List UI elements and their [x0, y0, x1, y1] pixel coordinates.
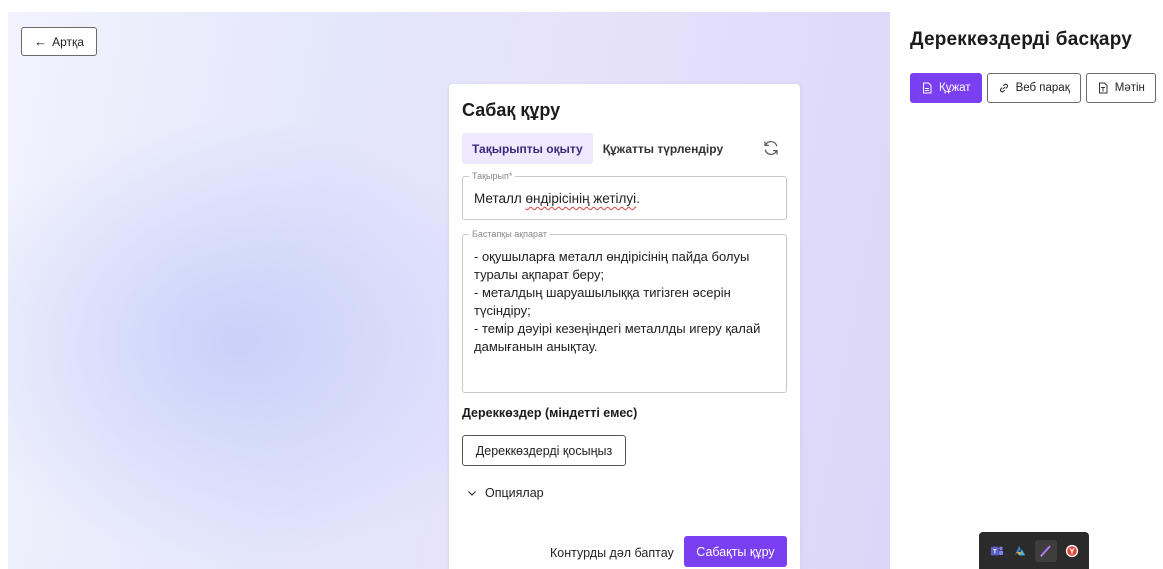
- link-icon: [999, 83, 1008, 93]
- arrow-left-icon: ←: [34, 34, 48, 49]
- initial-info-field-label: Бастапқы ақпарат: [469, 228, 550, 240]
- tab-document[interactable]: Құжат: [910, 73, 982, 103]
- options-label: Опциялар: [485, 486, 544, 500]
- add-sources-button[interactable]: Дереккөздерді қосыңыз: [462, 435, 626, 466]
- azure-icon[interactable]: [1012, 543, 1028, 559]
- create-lesson-button[interactable]: Сабақты құру: [684, 536, 787, 567]
- initial-info-field-value: - оқушыларға металл өндірісінің пайда бо…: [474, 249, 761, 354]
- svg-text:T: T: [992, 548, 996, 555]
- topic-field-value: Металл өндірісінің жетілуі.: [474, 191, 640, 206]
- create-lesson-card: Сабақ құру Тақырыпты оқыту Құжатты түрле…: [449, 84, 800, 569]
- back-button[interactable]: ← Артқа: [21, 27, 97, 56]
- document-icon: [923, 82, 932, 94]
- back-button-label: Артқа: [52, 34, 84, 49]
- pen-icon[interactable]: [1034, 539, 1057, 562]
- source-type-tabs: Құжат Веб парақ Мәтін: [910, 73, 1156, 103]
- yandex-browser-icon[interactable]: [1064, 543, 1080, 559]
- text-file-icon: [1098, 82, 1108, 94]
- card-title: Сабақ құру: [462, 100, 561, 120]
- taskbar-overlay: T: [979, 532, 1089, 569]
- topic-field-label: Тақырып*: [469, 170, 516, 182]
- tab-text[interactable]: Мәтін: [1085, 73, 1156, 103]
- initial-info-field[interactable]: Бастапқы ақпарат - оқушыларға металл өнд…: [462, 228, 787, 393]
- teams-icon[interactable]: T: [989, 543, 1005, 559]
- tab-web-page[interactable]: Веб парақ: [986, 73, 1081, 103]
- chevron-down-icon: [468, 491, 476, 496]
- tab-topic-teaching[interactable]: Тақырыпты оқыту: [462, 133, 593, 164]
- topic-field[interactable]: Тақырып* Металл өндірісінің жетілуі.: [462, 170, 787, 220]
- sources-label: Дереккөздер (міндетті емес): [462, 406, 638, 420]
- manage-sources-panel: Дереккөздерді басқару Құжат Веб парақ Мә…: [890, 0, 1163, 569]
- fine-tune-outline-link[interactable]: Контурды дәл баптау: [550, 546, 674, 560]
- panel-title: Дереккөздерді басқару: [910, 29, 1133, 50]
- lesson-mode-tabs: Тақырыпты оқыту Құжатты түрлендіру: [462, 133, 733, 164]
- options-toggle[interactable]: Опциялар: [467, 486, 544, 500]
- refresh-icon[interactable]: [762, 139, 780, 157]
- tab-document-convert[interactable]: Құжатты түрлендіру: [593, 133, 733, 164]
